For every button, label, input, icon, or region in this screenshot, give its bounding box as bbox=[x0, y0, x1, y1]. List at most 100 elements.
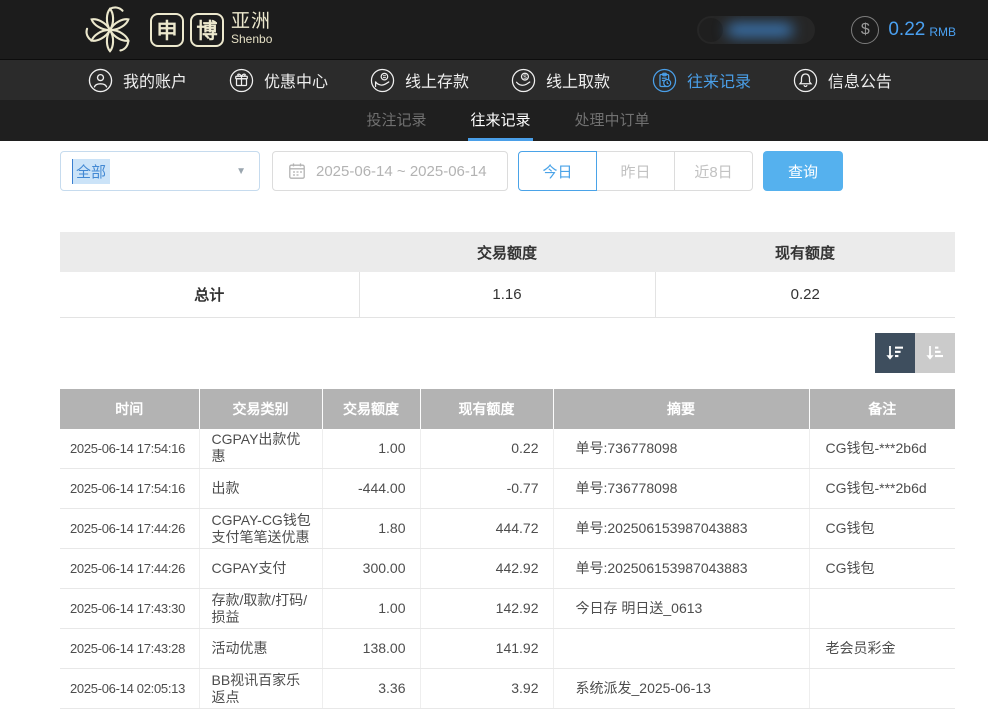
summary-header-transaction-amount: 交易额度 bbox=[359, 232, 655, 272]
cell-type: CGPAY出款优惠 bbox=[199, 429, 322, 469]
tab-betting-records[interactable]: 投注记录 bbox=[364, 100, 428, 141]
col-header-note: 备注 bbox=[809, 389, 955, 429]
sort-amount-ascending-icon bbox=[924, 342, 946, 364]
cell-transaction-amount: 138.00 bbox=[322, 629, 420, 669]
col-header-type: 交易类别 bbox=[199, 389, 322, 429]
nav-item-announcements[interactable]: 信息公告 bbox=[793, 68, 892, 93]
cell-time: 2025-06-14 17:43:30 bbox=[60, 589, 199, 629]
tab-pending-orders[interactable]: 处理中订单 bbox=[573, 100, 652, 141]
cell-summary: 单号:202506153987043883 bbox=[553, 509, 809, 549]
cell-time: 2025-06-14 17:54:16 bbox=[60, 469, 199, 509]
top-header: 申 博 亚洲 Shenbo $ 0.22 RMB bbox=[0, 0, 988, 59]
cell-type: BB视讯百家乐返点 bbox=[199, 669, 322, 709]
col-header-current-amount: 现有额度 bbox=[420, 389, 553, 429]
cell-type: CGPAY-CG钱包支付笔笔送优惠 bbox=[199, 509, 322, 549]
cell-note: CG钱包 bbox=[809, 509, 955, 549]
cell-note bbox=[809, 669, 955, 709]
cell-note: CG钱包 bbox=[809, 549, 955, 589]
cell-transaction-amount: 1.00 bbox=[322, 589, 420, 629]
logo-region-en: Shenbo bbox=[231, 33, 272, 46]
logo-region: 亚洲 Shenbo bbox=[231, 12, 272, 46]
cell-current-amount: 442.92 bbox=[420, 549, 553, 589]
summary-total-label: 总计 bbox=[60, 272, 359, 317]
calendar-icon bbox=[288, 162, 306, 180]
cell-current-amount: -0.77 bbox=[420, 469, 553, 509]
cell-note: 老会员彩金 bbox=[809, 629, 955, 669]
cell-transaction-amount: -444.00 bbox=[322, 469, 420, 509]
username-blur bbox=[727, 24, 793, 36]
cell-current-amount: 142.92 bbox=[420, 589, 553, 629]
chevron-down-icon: ▼ bbox=[236, 166, 246, 177]
logo-region-cn: 亚洲 bbox=[231, 12, 272, 33]
cell-summary bbox=[553, 629, 809, 669]
table-row: 2025-06-14 17:54:16 CGPAY出款优惠 1.00 0.22 … bbox=[60, 429, 955, 469]
records-clipboard-clock-icon bbox=[652, 68, 677, 93]
table-row: 2025-06-14 02:05:13 BB视讯百家乐返点 3.36 3.92 … bbox=[60, 669, 955, 709]
last-8-days-button[interactable]: 近8日 bbox=[674, 151, 753, 191]
balance-currency: RMB bbox=[929, 25, 956, 39]
sort-amount-descending-icon bbox=[884, 342, 906, 364]
withdraw-hand-coin-icon: $ bbox=[511, 68, 536, 93]
header-right: $ 0.22 RMB bbox=[697, 16, 956, 44]
nav-item-records[interactable]: 往来记录 bbox=[652, 68, 751, 93]
sort-descending-button[interactable] bbox=[875, 333, 915, 373]
sort-ascending-button[interactable] bbox=[915, 333, 955, 373]
deposit-hand-coin-icon bbox=[370, 68, 395, 93]
logo-box-bo: 博 bbox=[190, 13, 224, 47]
bell-icon bbox=[793, 68, 818, 93]
yesterday-button[interactable]: 昨日 bbox=[596, 151, 675, 191]
nav-label: 线上存款 bbox=[405, 68, 469, 92]
cell-transaction-amount: 300.00 bbox=[322, 549, 420, 589]
nav-label: 优惠中心 bbox=[264, 68, 328, 92]
summary-header-row: 交易额度 现有额度 bbox=[60, 232, 955, 272]
date-range-value: 2025-06-14 ~ 2025-06-14 bbox=[316, 163, 487, 180]
svg-text:$: $ bbox=[523, 73, 527, 80]
summary-total-current-amount: 0.22 bbox=[655, 272, 955, 317]
transactions-table: 时间 交易类别 交易额度 现有额度 摘要 备注 2025-06-14 17:54… bbox=[60, 389, 955, 710]
cell-note bbox=[809, 589, 955, 629]
cell-type: CGPAY支付 bbox=[199, 549, 322, 589]
user-icon bbox=[88, 68, 113, 93]
nav-label: 往来记录 bbox=[687, 68, 751, 92]
cell-time: 2025-06-14 02:05:13 bbox=[60, 669, 199, 709]
search-button[interactable]: 查询 bbox=[763, 151, 843, 191]
nav-label: 我的账户 bbox=[123, 68, 187, 92]
nav-item-withdraw[interactable]: $ 线上取款 bbox=[511, 68, 610, 93]
cell-type: 活动优惠 bbox=[199, 629, 322, 669]
cell-transaction-amount: 1.80 bbox=[322, 509, 420, 549]
summary-table: 交易额度 现有额度 总计 1.16 0.22 bbox=[60, 232, 955, 318]
transaction-type-select[interactable]: 全部 ▼ bbox=[60, 151, 260, 191]
logo-box-shen: 申 bbox=[150, 13, 184, 47]
balance-amount: 0.22 bbox=[888, 19, 925, 41]
cell-type: 出款 bbox=[199, 469, 322, 509]
cell-note: CG钱包-***2b6d bbox=[809, 429, 955, 469]
table-row: 2025-06-14 17:44:26 CGPAY支付 300.00 442.9… bbox=[60, 549, 955, 589]
summary-header-blank bbox=[60, 232, 359, 272]
site-logo: 申 博 亚洲 Shenbo bbox=[84, 4, 272, 56]
cell-time: 2025-06-14 17:43:28 bbox=[60, 629, 199, 669]
col-header-summary: 摘要 bbox=[553, 389, 809, 429]
cell-summary: 单号:736778098 bbox=[553, 429, 809, 469]
nav-item-promotions[interactable]: 优惠中心 bbox=[229, 68, 328, 93]
avatar bbox=[699, 18, 723, 42]
select-value: 全部 bbox=[72, 159, 110, 184]
cell-summary: 单号:202506153987043883 bbox=[553, 549, 809, 589]
cell-note: CG钱包-***2b6d bbox=[809, 469, 955, 509]
nav-item-my-account[interactable]: 我的账户 bbox=[88, 68, 187, 93]
username-redacted[interactable] bbox=[697, 16, 815, 44]
today-button[interactable]: 今日 bbox=[518, 151, 597, 191]
gift-icon bbox=[229, 68, 254, 93]
date-range-input[interactable]: 2025-06-14 ~ 2025-06-14 bbox=[272, 151, 508, 191]
col-header-transaction-amount: 交易额度 bbox=[322, 389, 420, 429]
nav-item-deposit[interactable]: 线上存款 bbox=[370, 68, 469, 93]
main-nav: 我的账户 优惠中心 线上存款 bbox=[0, 59, 988, 100]
table-row: 2025-06-14 17:54:16 出款 -444.00 -0.77 单号:… bbox=[60, 469, 955, 509]
cell-type: 存款/取款/打码/损益 bbox=[199, 589, 322, 629]
summary-total-transaction-amount: 1.16 bbox=[359, 272, 655, 317]
tab-transaction-records[interactable]: 往来记录 bbox=[468, 100, 532, 141]
cell-current-amount: 444.72 bbox=[420, 509, 553, 549]
cell-time: 2025-06-14 17:44:26 bbox=[60, 509, 199, 549]
sort-controls bbox=[60, 333, 955, 373]
cell-summary: 系统派发_2025-06-13 bbox=[553, 669, 809, 709]
table-row: 2025-06-14 17:43:30 存款/取款/打码/损益 1.00 142… bbox=[60, 589, 955, 629]
